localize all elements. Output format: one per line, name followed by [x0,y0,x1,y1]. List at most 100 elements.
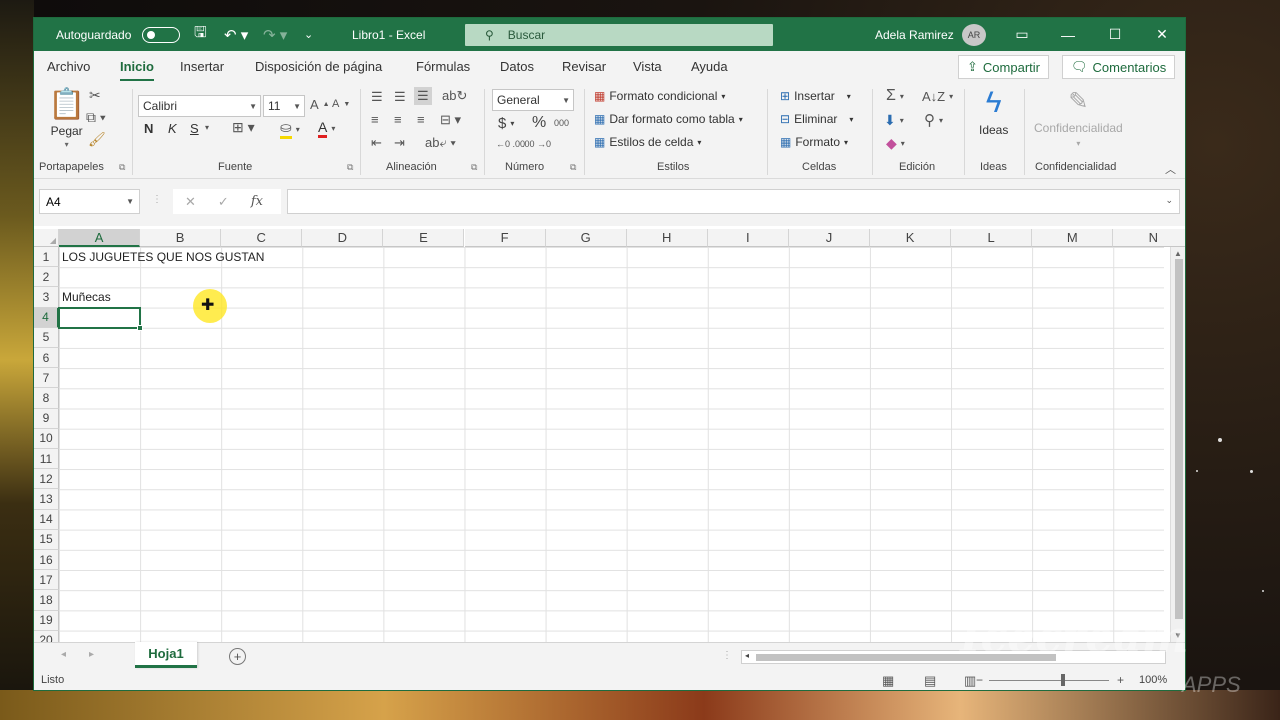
autosum-icon[interactable]: Σ ▾ [886,87,904,105]
currency-button[interactable]: $ ▾ [498,115,514,132]
customize-qat-icon[interactable]: ⌄ [304,18,313,51]
scroll-left-icon[interactable]: ◂ [745,651,749,660]
normal-view-icon[interactable]: ▦ [882,673,894,689]
insert-cells-button[interactable]: ⊞ Insertar ▾ [780,89,851,103]
row-header-5[interactable]: 5 [34,327,59,348]
clear-icon[interactable]: ◆ ▾ [886,135,905,152]
tab-formulas[interactable]: Fórmulas [416,59,470,74]
dialog-launcher-icon[interactable]: ⧉ [471,162,477,173]
vertical-scrollbar[interactable]: ▲ ▼ [1170,247,1185,642]
enter-icon[interactable]: ✓ [218,194,229,210]
font-color-button[interactable]: A ▾ [318,119,335,138]
number-format-select[interactable]: General ▼ [492,89,574,111]
prev-sheet-icon[interactable]: ◂ [61,649,66,660]
scroll-thumb[interactable] [1175,259,1183,619]
tab-insertar[interactable]: Insertar [180,59,224,74]
user-name[interactable]: Adela Ramirez [875,18,954,51]
sort-filter-icon[interactable]: A↓Z ▾ [922,89,953,104]
conditional-format-button[interactable]: ▦ Formato condicional ▾ [594,89,725,103]
zoom-slider-thumb[interactable] [1061,674,1065,686]
row-header-8[interactable]: 8 [34,388,59,409]
ribbon-display-icon[interactable]: ▭ [999,18,1045,51]
next-sheet-icon[interactable]: ▸ [89,649,94,660]
avatar[interactable]: AR [962,24,986,46]
column-header-h[interactable]: H [626,229,708,247]
row-header-18[interactable]: 18 [34,590,59,611]
row-header-7[interactable]: 7 [34,368,59,389]
tab-revisar[interactable]: Revisar [562,59,606,74]
row-header-16[interactable]: 16 [34,550,59,571]
column-header-j[interactable]: J [788,229,870,247]
format-painter-icon[interactable]: 🖌 [88,131,106,148]
save-icon[interactable]: 🖫 [194,18,207,51]
row-header-11[interactable]: 11 [34,449,59,470]
format-as-table-button[interactable]: ▦ Dar formato como tabla ▾ [594,112,743,126]
cell-A3[interactable]: Muñecas [59,287,111,307]
align-center-icon[interactable]: ≡ [394,112,402,127]
maximize-icon[interactable]: ☐ [1092,18,1138,51]
column-header-i[interactable]: I [707,229,789,247]
formula-input[interactable]: ⌄ [287,189,1180,214]
tab-disposicion[interactable]: Disposición de página [255,59,382,74]
tab-datos[interactable]: Datos [500,59,534,74]
dialog-launcher-icon[interactable]: ⧉ [347,162,353,173]
align-bottom-icon[interactable]: ☰ [414,87,432,105]
paste-button[interactable]: 📋 Pegar ▾ [48,87,85,149]
share-button[interactable]: ⇪ Compartir [958,55,1049,79]
row-header-4[interactable]: 4 [34,307,59,328]
increase-decimal-icon[interactable]: ←0 .00 [496,139,525,149]
bold-button[interactable]: N [144,121,153,136]
row-header-19[interactable]: 19 [34,610,59,631]
tab-ayuda[interactable]: Ayuda [691,59,728,74]
row-header-3[interactable]: 3 [34,287,59,308]
tab-vista[interactable]: Vista [633,59,662,74]
insert-function-icon[interactable]: fx [251,194,263,209]
row-header-15[interactable]: 15 [34,529,59,550]
tab-archivo[interactable]: Archivo [47,59,90,74]
comments-button[interactable]: 🗨 Comentarios [1062,55,1176,79]
column-header-f[interactable]: F [464,229,546,247]
dialog-launcher-icon[interactable]: ⧉ [119,162,125,173]
wrap-text-icon[interactable]: ab⤶ ▾ [425,135,456,151]
sensitivity-button[interactable]: ✎ Confidencialidad ▾ [1034,87,1123,148]
sheet-tab-hoja1[interactable]: Hoja1 [135,642,197,668]
increase-indent-icon[interactable]: ⇥ [394,135,405,151]
find-icon[interactable]: ⚲ ▾ [924,111,943,129]
column-header-n[interactable]: N [1113,229,1185,247]
column-header-k[interactable]: K [870,229,952,247]
row-header-2[interactable]: 2 [34,267,59,288]
row-header-1[interactable]: 1 [34,247,59,268]
page-layout-icon[interactable]: ▤ [924,673,936,689]
scroll-up-icon[interactable]: ▲ [1174,249,1182,258]
zoom-out-icon[interactable]: − [976,673,983,687]
autosave-toggle[interactable] [142,27,180,43]
row-header-6[interactable]: 6 [34,348,59,369]
increase-font-icon[interactable]: A ▲ [310,97,330,112]
select-all-corner[interactable]: ◢ [34,229,59,247]
close-icon[interactable]: ✕ [1139,18,1185,51]
add-sheet-icon[interactable]: + [229,648,246,665]
cancel-icon[interactable]: ✕ [185,194,196,210]
cut-icon[interactable]: ✂ [89,87,101,104]
fill-handle[interactable] [137,324,143,331]
search-box[interactable]: ⚲ Buscar [465,24,773,46]
column-header-c[interactable]: C [221,229,303,247]
font-size-select[interactable]: 11 ▼ [263,95,305,117]
italic-button[interactable]: K [168,121,177,136]
undo-icon[interactable]: ↶ ▾ [224,18,248,51]
fill-icon[interactable]: ⬇ ▾ [884,112,904,129]
delete-cells-button[interactable]: ⊟ Eliminar ▾ [780,112,853,126]
expand-formula-icon[interactable]: ⌄ [1165,195,1173,206]
ideas-button[interactable]: ϟ Ideas [979,87,1008,138]
row-header-9[interactable]: 9 [34,408,59,429]
cell-styles-button[interactable]: ▦ Estilos de celda ▾ [594,135,701,149]
align-middle-icon[interactable]: ☰ [394,89,406,105]
column-header-e[interactable]: E [383,229,465,247]
row-header-13[interactable]: 13 [34,489,59,510]
column-header-a[interactable]: A [59,229,141,247]
column-header-g[interactable]: G [545,229,627,247]
zoom-in-icon[interactable]: + [1117,673,1124,687]
minimize-icon[interactable]: — [1045,18,1091,51]
worksheet-grid[interactable]: ◢ ABCDEFGHIJKLMN 1 2 3 4 5 6 7 8 9 10 11 12 13 14 15 16… [34,229,1185,642]
column-header-b[interactable]: B [140,229,222,247]
